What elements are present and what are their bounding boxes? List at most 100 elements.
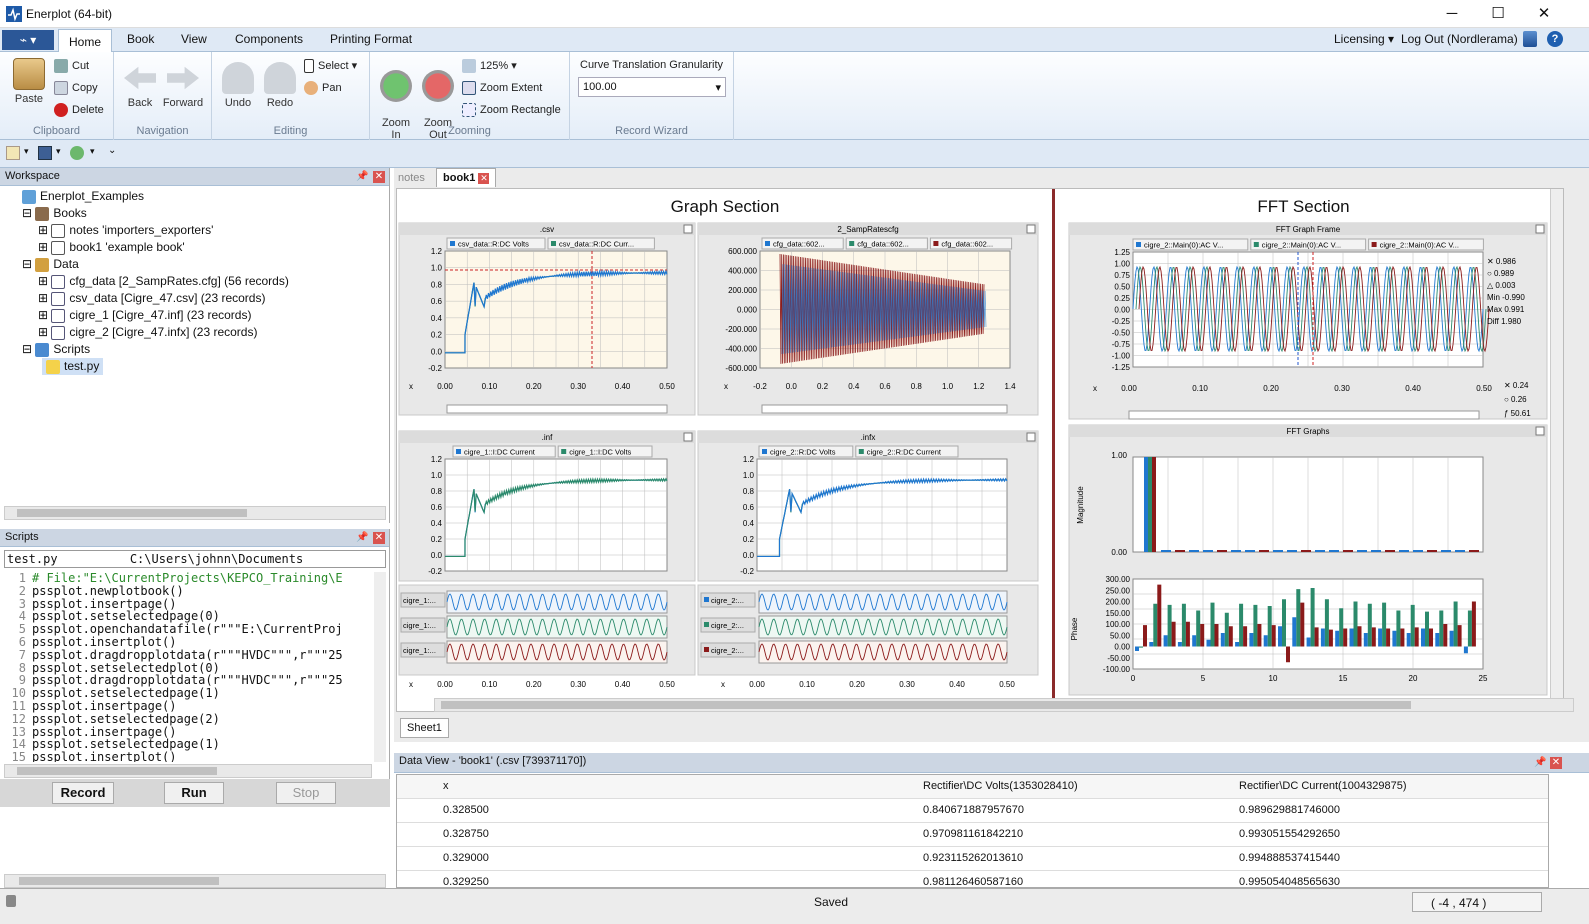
mini-right-swatch [704,597,709,602]
table-row[interactable]: 0.328750 0.970981161842210 0.9930515542926… [397,823,1548,847]
close-data-view-icon[interactable]: ✕ [1550,757,1562,769]
script-selector[interactable]: test.py C:\Users\johnn\Documents [4,550,386,568]
quick-access-toolbar: ▾ ▾ ▾ ⌄ [0,140,1589,168]
fft-phase-bar [1324,599,1329,647]
sheet-tab[interactable]: Sheet1 [400,718,449,738]
fft-phase-bar [1257,624,1262,647]
forward-button[interactable]: Forward [162,62,204,109]
copy-button[interactable]: Copy [54,81,98,95]
select-button[interactable]: Select ▾ [304,59,357,74]
cursor-coordinates: ( -4 , 474 ) [1412,892,1542,912]
tree-book1[interactable]: ⊞ book1 'example book' [38,239,185,256]
tab-notes[interactable]: notes [398,172,425,184]
tree-test-py[interactable]: test.py [42,358,104,375]
cut-button[interactable]: Cut [54,59,89,73]
pan-button[interactable]: Pan [304,81,342,95]
scroll-thumb[interactable] [441,701,1411,709]
cfg-plot-y-tick: -600.000 [725,364,757,373]
tree-books[interactable]: ⊟ Books [22,205,87,222]
column-header-x[interactable]: x [443,780,449,792]
fft-phase-bar [1339,608,1344,647]
tab-components[interactable]: Components [235,32,303,46]
tree-csv-data[interactable]: ⊞ csv_data [Cigre_47.csv] (23 records) [38,290,265,307]
tab-book[interactable]: Book [127,32,154,46]
refresh-icon[interactable] [70,146,84,160]
new-dropdown-icon[interactable]: ▾ [24,146,29,157]
code-vertical-scrollbar[interactable] [374,572,386,762]
back-button[interactable]: Back [124,62,156,109]
fft-phase-bar [1378,628,1383,647]
fft-magnitude-bar [1189,550,1199,552]
stop-button[interactable]: Stop [276,782,336,804]
table-cell: 0.329000 [443,852,489,864]
tree-notes[interactable]: ⊞ notes 'importers_exporters' [38,222,213,239]
close-window-button[interactable]: ✕ [1521,0,1567,28]
tree-cfg-data[interactable]: ⊞ cfg_data [2_SampRates.cfg] (56 records… [38,273,289,290]
table-row[interactable]: 0.328500 0.840671887957670 0.9896298817460… [397,799,1548,823]
fft-magnitude-bar [1427,550,1437,552]
pin-icon[interactable]: 📌 [1534,757,1546,768]
close-workspace-icon[interactable]: ✕ [373,171,385,183]
customize-qat-icon[interactable]: ⌄ [108,145,116,156]
table-row[interactable]: 0.329000 0.923115262013610 0.9948885374154… [397,847,1548,871]
book-horizontal-scrollbar[interactable] [434,698,1574,712]
csv-plot-x-tick: 0.10 [482,382,498,391]
column-header-dc-volts[interactable]: Rectifier\DC Volts(1353028410) [923,780,1078,792]
copy-label: Copy [72,81,98,94]
pin-icon[interactable]: 📌 [356,532,368,543]
paste-button[interactable]: Paste [10,58,48,105]
scroll-thumb[interactable] [17,767,217,775]
sort-arrows-icon[interactable] [1523,31,1537,47]
left-bottom-scrollbar[interactable] [4,874,386,888]
tree-root[interactable]: Enerplot_Examples [22,188,144,205]
fft-graphs-title: FFT Graphs [1287,427,1330,436]
maximize-button[interactable]: ☐ [1475,0,1521,28]
zoom-extent-button[interactable]: Zoom Extent [462,81,542,95]
delete-button[interactable]: Delete [54,103,104,117]
app-menu-button[interactable]: ⌁ ▾ [2,30,54,50]
pin-icon[interactable]: 📌 [356,171,368,182]
book-vertical-scrollbar[interactable] [1550,189,1563,707]
tab-home[interactable]: Home [58,29,113,52]
run-button[interactable]: Run [164,782,224,804]
scroll-thumb[interactable] [19,877,219,885]
new-file-icon[interactable] [6,146,20,160]
table-cell: 0.328750 [443,828,489,840]
fft-phase-bar [1214,624,1219,647]
tab-view[interactable]: View [181,32,207,46]
tree-scripts[interactable]: ⊟ Scripts [22,341,90,358]
refresh-dropdown-icon[interactable]: ▾ [90,146,95,157]
column-header-dc-current[interactable]: Rectifier\DC Current(1004329875) [1239,780,1407,792]
inf-plot-y-tick: 0.6 [431,503,443,512]
scroll-thumb[interactable] [17,509,247,517]
inf-plot-title: .inf [542,433,553,442]
record-button[interactable]: Record [52,782,114,804]
save-icon[interactable] [38,146,52,160]
code-horizontal-scrollbar[interactable] [4,764,372,778]
save-dropdown-icon[interactable]: ▾ [56,146,61,157]
minimize-button[interactable]: ─ [1429,0,1475,28]
fft-phase-x-tick: 5 [1201,674,1206,683]
close-tab-icon[interactable]: ✕ [478,173,490,184]
fft-phase-bar [1310,588,1315,647]
csv-plot-x-axis-label: x [409,382,413,391]
zoom-percent-dropdown[interactable]: 125% ▾ [462,59,517,74]
help-icon[interactable]: ? [1547,31,1563,47]
code-editor[interactable]: 1 # File:"E:\CurrentProjects\KEPCO_Traini… [4,572,372,762]
licensing-menu[interactable]: Licensing ▾ [1334,32,1394,46]
fft-magnitude-bar [1217,550,1227,552]
zoom-rectangle-button[interactable]: Zoom Rectangle [462,103,561,117]
tree-data[interactable]: ⊟ Data [22,256,79,273]
granularity-dropdown[interactable]: 100.00 ▾ [578,77,726,97]
tree-cigre-1[interactable]: ⊞ cigre_1 [Cigre_47.inf] (23 records) [38,307,251,324]
tab-printing-format[interactable]: Printing Format [330,32,412,46]
tree-cigre-2[interactable]: ⊞ cigre_2 [Cigre_47.infx] (23 records) [38,324,257,341]
workspace-scrollbar[interactable] [4,506,386,520]
redo-button[interactable]: Redo [264,62,296,109]
logout-button[interactable]: Log Out (Nordlerama) [1401,32,1518,46]
close-scripts-icon[interactable]: ✕ [373,532,385,544]
undo-button[interactable]: Undo [222,62,254,109]
csv-plot-y-tick: 1.2 [431,247,443,256]
magnifier-icon [462,59,476,74]
tab-book1[interactable]: book1 ✕ [436,168,497,187]
